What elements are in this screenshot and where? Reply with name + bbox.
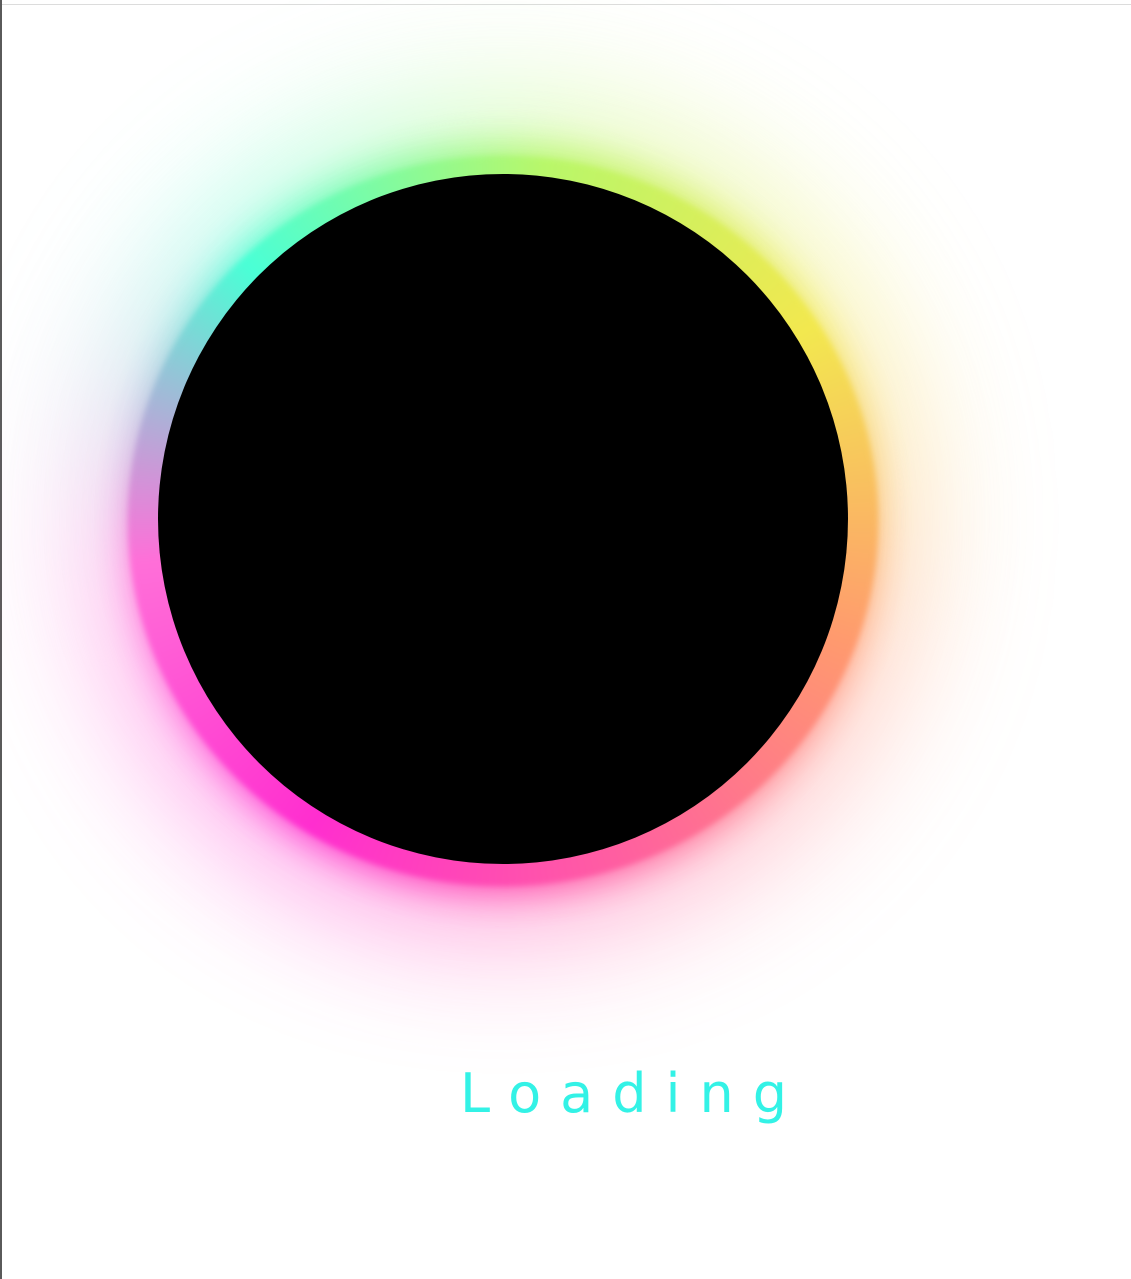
top-divider [0,4,1131,5]
left-window-edge [0,0,2,1279]
spinner-core [158,174,848,864]
loading-label: Loading [460,1062,807,1125]
loading-spinner [98,114,908,924]
loading-screen: Loading [0,0,1131,1279]
